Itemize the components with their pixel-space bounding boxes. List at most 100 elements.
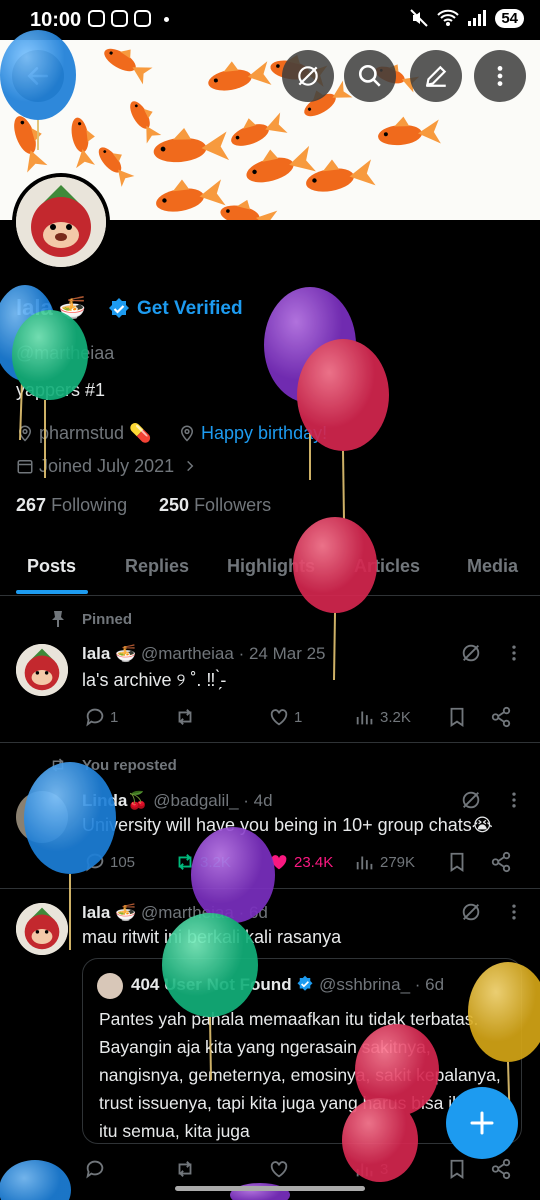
edit-button[interactable] (410, 50, 462, 102)
gesture-nav-bar[interactable] (175, 1186, 365, 1191)
post-context-label: Pinned (82, 611, 133, 628)
post-item[interactable]: You reposted Linda🍒 @badgalil_ · 4d Univ… (0, 743, 540, 889)
more-icon[interactable] (504, 643, 524, 663)
reply-button[interactable]: 105 (84, 851, 135, 873)
views-button[interactable]: 279K (354, 851, 415, 873)
reply-icon (86, 708, 104, 727)
like-icon (271, 855, 287, 870)
more-notifications-dot (164, 17, 169, 22)
reply-icon (86, 853, 104, 872)
strawberry-character-image (16, 903, 68, 955)
post-author[interactable]: lala 🍜 @martheiaa · 6d (82, 903, 268, 923)
mute-icon (410, 9, 429, 27)
profile-location: Happy birthday! (178, 423, 327, 444)
profile-avatar[interactable] (12, 173, 110, 271)
search-button[interactable] (344, 50, 396, 102)
like-button[interactable]: 23.4K (268, 851, 333, 873)
battery-level: 54 (495, 8, 524, 28)
post-avatar[interactable] (16, 644, 68, 696)
repost-button[interactable] (174, 1158, 196, 1180)
plus-icon (470, 1111, 494, 1135)
status-system-icons: 54 (409, 8, 524, 28)
repost-icon (178, 709, 192, 725)
views-button[interactable]: 3.2K (354, 706, 411, 728)
back-button[interactable] (12, 50, 64, 102)
location-icon (18, 425, 32, 442)
status-notification-icons (88, 10, 151, 27)
reply-button[interactable]: 1 (84, 706, 118, 728)
bookmark-button[interactable] (446, 1158, 468, 1180)
post-avatar[interactable] (16, 791, 68, 843)
like-button[interactable] (268, 1158, 290, 1180)
repost-icon (52, 758, 64, 772)
views-icon (356, 1163, 373, 1177)
edit-icon (425, 65, 447, 87)
grok-icon[interactable] (460, 642, 482, 664)
repost-button[interactable] (174, 706, 200, 728)
more-icon[interactable] (504, 790, 524, 810)
repost-icon (178, 1161, 192, 1177)
reply-button[interactable] (84, 1158, 110, 1180)
status-bar: 10:00 54 (0, 0, 540, 40)
compose-button[interactable] (446, 1087, 518, 1159)
more-icon[interactable] (504, 902, 524, 922)
wifi-icon (437, 9, 460, 26)
tab-articles[interactable]: Articles (354, 556, 420, 577)
repost-button[interactable]: 3.2K (174, 851, 231, 873)
more-icon (497, 66, 503, 86)
bookmark-button[interactable] (446, 851, 468, 873)
views-icon (356, 856, 373, 870)
search-icon (358, 64, 381, 87)
profile-bio: yappers #1 (16, 380, 106, 400)
like-button[interactable]: 1 (268, 706, 302, 728)
share-button[interactable] (490, 1158, 512, 1180)
share-icon (491, 851, 511, 873)
grok-icon[interactable] (460, 789, 482, 811)
tab-posts[interactable]: Posts (27, 556, 76, 577)
tab-replies[interactable]: Replies (125, 556, 189, 577)
quoted-author: 404 User Not Found @sshbrina_ · 6d (131, 975, 445, 994)
views-button[interactable]: 3 (354, 1158, 388, 1180)
post-author[interactable]: lala 🍜 @martheiaa · 24 Mar 25 (82, 644, 326, 664)
followers-link[interactable]: 250 Followers (159, 495, 271, 516)
profile-handle: @martheiaa (16, 343, 115, 363)
instagram-icon (134, 10, 151, 27)
post-context-label: You reposted (82, 757, 177, 774)
active-tab-indicator (16, 590, 88, 594)
calendar-icon (17, 460, 33, 474)
chevron-right-icon (187, 460, 194, 472)
strawberry-character-image (16, 644, 68, 696)
quoted-avatar (97, 973, 123, 999)
signal-icon (468, 10, 487, 26)
share-button[interactable] (490, 851, 512, 873)
post-item[interactable]: Pinned lala 🍜 @martheiaa · 24 Mar 25 la'… (0, 596, 540, 743)
pin-icon (52, 611, 64, 627)
tab-media[interactable]: Media (467, 556, 518, 577)
post-text: University will have you being in 10+ gr… (82, 815, 493, 835)
verified-icon[interactable] (107, 297, 131, 321)
share-icon (491, 1158, 511, 1180)
bookmark-icon (450, 1159, 464, 1179)
views-icon (356, 711, 373, 725)
instagram-icon (111, 10, 128, 27)
get-verified-link[interactable]: Get Verified (137, 298, 243, 320)
grok-icon[interactable] (460, 901, 482, 923)
post-text: mau ritwit ini berkali kali rasanya (82, 927, 342, 947)
tab-highlights[interactable]: Highlights (227, 556, 315, 577)
share-button[interactable] (490, 706, 512, 728)
grok-button[interactable] (282, 50, 334, 102)
post-author[interactable]: Linda🍒 @badgalil_ · 4d (82, 791, 273, 811)
post-text: la's archive ୨ ˚. ‼ ̗̀- (82, 670, 227, 690)
following-link[interactable]: 267 Following (16, 495, 127, 516)
more-button[interactable] (474, 50, 526, 102)
bookmark-icon (450, 707, 464, 727)
screenshot-icon (88, 10, 105, 27)
profile-joined[interactable]: Joined July 2021 (16, 456, 197, 477)
bookmark-icon (450, 852, 464, 872)
bookmark-button[interactable] (446, 706, 468, 728)
strawberry-character-image (16, 177, 106, 267)
like-icon (270, 1161, 288, 1178)
reply-icon (86, 1160, 104, 1179)
post-avatar[interactable] (16, 903, 68, 955)
profile-name: lala 🍜 (16, 295, 87, 320)
